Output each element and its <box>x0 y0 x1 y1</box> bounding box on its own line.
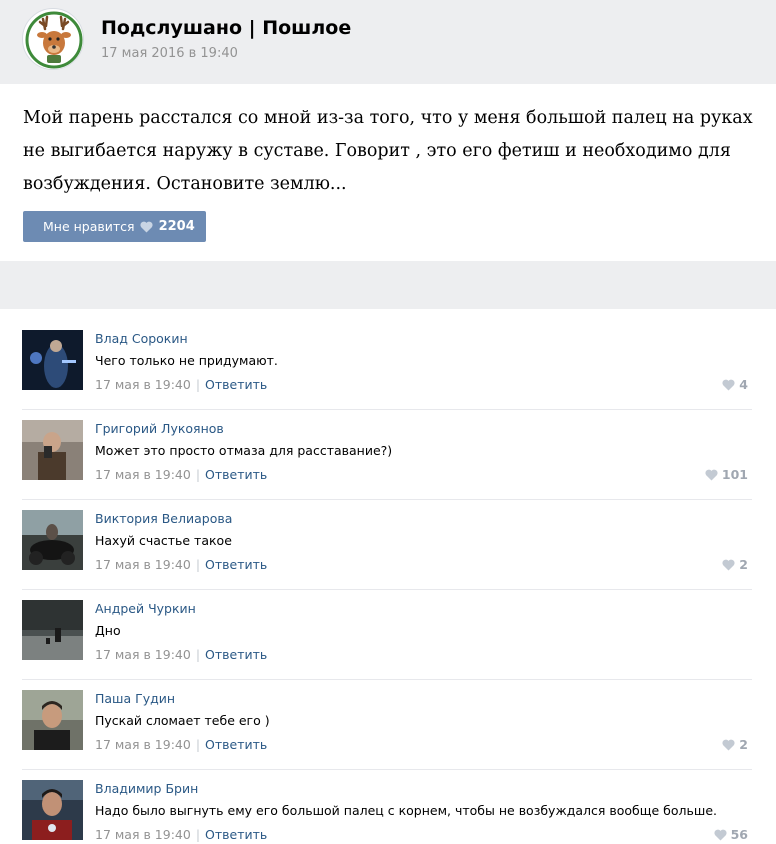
comment-author[interactable]: Виктория Велиарова <box>95 511 232 526</box>
comment-like-button[interactable]: 4 <box>722 377 748 392</box>
post-header: Подслушано | Пошлое 17 мая 2016 в 19:40 <box>0 0 776 84</box>
comment-date[interactable]: 17 мая в 19:40 <box>95 467 191 482</box>
comments-list: Влад Сорокин Чего только не придумают. 1… <box>22 320 752 844</box>
comment-avatar[interactable] <box>22 600 83 660</box>
reply-link[interactable]: Ответить <box>205 557 267 572</box>
comment-meta: 17 мая в 19:40 | Ответить <box>95 467 267 482</box>
reply-link[interactable]: Ответить <box>205 467 267 482</box>
group-avatar[interactable] <box>22 8 84 70</box>
heart-icon <box>140 221 153 233</box>
comment-author[interactable]: Андрей Чуркин <box>95 601 196 616</box>
reply-link[interactable]: Ответить <box>205 827 267 842</box>
reply-link[interactable]: Ответить <box>205 647 267 662</box>
comment-date[interactable]: 17 мая в 19:40 <box>95 557 191 572</box>
comment-meta: 17 мая в 19:40 | Ответить <box>95 557 267 572</box>
comment-meta: 17 мая в 19:40 | Ответить <box>95 827 267 842</box>
comment-like-button[interactable]: 2 <box>722 557 748 572</box>
like-label: Мне нравится <box>43 219 135 234</box>
comment-like-count: 101 <box>721 467 748 482</box>
group-name[interactable]: Подслушано | Пошлое <box>101 17 351 39</box>
post-text: Мой парень расстался со мной из-за того,… <box>23 108 753 194</box>
comment-meta: 17 мая в 19:40 | Ответить <box>95 737 267 752</box>
heart-icon <box>705 469 718 481</box>
comment-avatar[interactable] <box>22 330 83 390</box>
reply-link[interactable]: Ответить <box>205 377 267 392</box>
comment-avatar[interactable] <box>22 690 83 750</box>
comment-like-count: 56 <box>730 827 748 842</box>
comment-item: Влад Сорокин Чего только не придумают. 1… <box>22 320 752 410</box>
comment-text: Нахуй счастье такое <box>95 533 232 548</box>
comment-text: Чего только не придумают. <box>95 353 278 368</box>
comment-text: Дно <box>95 623 121 638</box>
comment-avatar[interactable] <box>22 510 83 570</box>
comment-author[interactable]: Григорий Лукоянов <box>95 421 224 436</box>
comment-item: Паша Гудин Пускай сломает тебе его ) 17 … <box>22 680 752 770</box>
comment-date[interactable]: 17 мая в 19:40 <box>95 737 191 752</box>
heart-icon <box>722 739 735 751</box>
section-divider <box>0 261 776 309</box>
comment-avatar[interactable] <box>22 420 83 480</box>
comment-item: Владимир Брин Надо было выгнуть ему его … <box>22 770 752 844</box>
post-date[interactable]: 17 мая 2016 в 19:40 <box>101 46 238 61</box>
comment-date[interactable]: 17 мая в 19:40 <box>95 377 191 392</box>
comment-item: Виктория Велиарова Нахуй счастье такое 1… <box>22 500 752 590</box>
reply-link[interactable]: Ответить <box>205 737 267 752</box>
comment-meta: 17 мая в 19:40 | Ответить <box>95 377 267 392</box>
comment-text: Может это просто отмаза для расставание?… <box>95 443 393 458</box>
comment-text: Надо было выгнуть ему его большой палец … <box>95 803 717 818</box>
meta-separator: | <box>195 737 201 752</box>
comment-author[interactable]: Паша Гудин <box>95 691 175 706</box>
comment-like-count: 4 <box>739 377 748 392</box>
comment-item: Григорий Лукоянов Может это просто отмаз… <box>22 410 752 500</box>
comment-date[interactable]: 17 мая в 19:40 <box>95 647 191 662</box>
comment-meta: 17 мая в 19:40 | Ответить <box>95 647 267 662</box>
meta-separator: | <box>195 377 201 392</box>
comment-date[interactable]: 17 мая в 19:40 <box>95 827 191 842</box>
comment-text: Пускай сломает тебе его ) <box>95 713 270 728</box>
comment-like-button[interactable]: 2 <box>722 737 748 752</box>
heart-icon <box>722 559 735 571</box>
deer-logo-icon <box>24 10 83 69</box>
comment-item: Андрей Чуркин Дно 17 мая в 19:40 | Ответит… <box>22 590 752 680</box>
comment-avatar[interactable] <box>22 780 83 840</box>
comment-like-button[interactable]: 56 <box>714 827 748 842</box>
heart-icon <box>714 829 727 841</box>
heart-icon <box>722 379 735 391</box>
comment-author[interactable]: Владимир Брин <box>95 781 198 796</box>
meta-separator: | <box>195 647 201 662</box>
comment-author[interactable]: Влад Сорокин <box>95 331 188 346</box>
comment-like-count: 2 <box>739 557 748 572</box>
comment-like-button[interactable]: 101 <box>705 467 748 482</box>
meta-separator: | <box>195 827 201 842</box>
meta-separator: | <box>195 467 201 482</box>
like-button[interactable]: Мне нравится 2204 <box>23 211 206 242</box>
meta-separator: | <box>195 557 201 572</box>
like-count: 2204 <box>158 219 195 234</box>
comment-like-count: 2 <box>739 737 748 752</box>
